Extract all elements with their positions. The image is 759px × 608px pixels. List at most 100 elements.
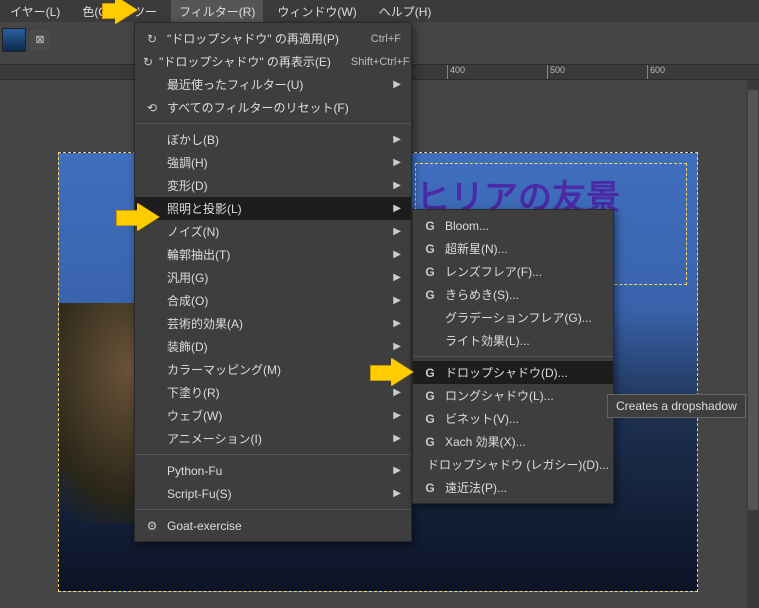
menu-item-label: ライト効果(L)... [439, 332, 603, 349]
menu-filter[interactable]: フィルター(R) [171, 0, 263, 23]
menu-item-label: 変形(D) [161, 177, 377, 194]
light-submenu-item[interactable]: Gドロップシャドウ(D)... [413, 361, 613, 384]
menu-item-icon: ↻ [143, 55, 153, 69]
filter-menu-item[interactable]: 輪郭抽出(T)▶ [135, 243, 411, 266]
submenu-arrow-icon: ▶ [377, 272, 401, 283]
menu-help[interactable]: ヘルプ(H) [371, 0, 440, 23]
menu-separator [135, 454, 411, 455]
filter-menu-item[interactable]: ⟲すべてのフィルターのリセット(F) [135, 96, 411, 119]
light-submenu-item[interactable]: Gきらめき(S)... [413, 283, 613, 306]
menu-item-label: 超新星(N)... [439, 240, 603, 257]
filter-menu-item[interactable]: 最近使ったフィルター(U)▶ [135, 73, 411, 96]
gegl-icon: G [421, 219, 439, 233]
menu-item-label: ノイズ(N) [161, 223, 377, 240]
menu-item-label: グラデーションフレア(G)... [439, 309, 603, 326]
close-tab-button[interactable]: ⊠ [30, 30, 50, 50]
filter-menu-item[interactable]: 装飾(D)▶ [135, 335, 411, 358]
menu-window[interactable]: ウィンドウ(W) [269, 0, 364, 23]
gegl-icon: G [421, 242, 439, 256]
menu-tools-truncated[interactable]: ツー [125, 0, 165, 23]
menu-item-label: ドロップシャドウ (レガシー)(D)... [421, 456, 609, 473]
menu-item-label: 輪郭抽出(T) [161, 246, 377, 263]
light-submenu-item[interactable]: GXach 効果(X)... [413, 430, 613, 453]
light-submenu-item[interactable]: G超新星(N)... [413, 237, 613, 260]
menubar: イヤー(L) 色(C) ツー フィルター(R) ウィンドウ(W) ヘルプ(H) [0, 0, 759, 22]
image-thumbnail[interactable] [2, 28, 26, 52]
filter-menu-item[interactable]: アニメーション(I)▶ [135, 427, 411, 450]
filter-menu-item[interactable]: 強調(H)▶ [135, 151, 411, 174]
filter-menu-item[interactable]: Python-Fu▶ [135, 459, 411, 482]
light-shadow-submenu: GBloom...G超新星(N)...Gレンズフレア(F)...Gきらめき(S)… [412, 209, 614, 504]
menu-item-label: ビネット(V)... [439, 410, 603, 427]
gegl-icon: G [421, 265, 439, 279]
menu-item-label: 下塗り(R) [161, 384, 377, 401]
light-submenu-item[interactable]: GBloom... [413, 214, 613, 237]
menu-separator [135, 509, 411, 510]
light-submenu-item[interactable]: Gビネット(V)... [413, 407, 613, 430]
submenu-arrow-icon: ▶ [377, 249, 401, 260]
menu-item-label: カラーマッピング(M) [161, 361, 377, 378]
submenu-arrow-icon: ▶ [377, 387, 401, 398]
menu-item-shortcut: Ctrl+F [351, 33, 401, 45]
menu-separator [135, 123, 411, 124]
submenu-arrow-icon: ▶ [377, 134, 401, 145]
ruler-mark: 500 [547, 65, 565, 79]
light-submenu-item[interactable]: ライト効果(L)... [413, 329, 613, 352]
ruler-mark: 600 [647, 65, 665, 79]
menu-item-label: レンズフレア(F)... [439, 263, 603, 280]
light-submenu-item[interactable]: ドロップシャドウ (レガシー)(D)... [413, 453, 613, 476]
gegl-icon: G [421, 288, 439, 302]
menu-item-label: 汎用(G) [161, 269, 377, 286]
submenu-arrow-icon: ▶ [377, 341, 401, 352]
filter-menu-item[interactable]: 照明と投影(L)▶ [135, 197, 411, 220]
filter-menu-item[interactable]: 下塗り(R)▶ [135, 381, 411, 404]
filter-menu-item[interactable]: ノイズ(N)▶ [135, 220, 411, 243]
image-tab-strip: ⊠ [0, 25, 50, 55]
menu-item-label: 照明と投影(L) [161, 200, 377, 217]
submenu-arrow-icon: ▶ [377, 157, 401, 168]
light-submenu-item[interactable]: グラデーションフレア(G)... [413, 306, 613, 329]
filter-menu-item[interactable]: 変形(D)▶ [135, 174, 411, 197]
filter-menu-item[interactable]: 合成(O)▶ [135, 289, 411, 312]
menu-item-icon: ⚙ [143, 519, 161, 533]
filter-menu-item[interactable]: Script-Fu(S)▶ [135, 482, 411, 505]
gegl-icon: G [421, 435, 439, 449]
gegl-icon: G [421, 481, 439, 495]
light-submenu-item[interactable]: Gロングシャドウ(L)... [413, 384, 613, 407]
menu-separator [413, 356, 613, 357]
gegl-icon: G [421, 389, 439, 403]
menu-item-icon: ↻ [143, 32, 161, 46]
submenu-arrow-icon: ▶ [377, 203, 401, 214]
menu-item-label: ロングシャドウ(L)... [439, 387, 603, 404]
filter-menu-item[interactable]: ぼかし(B)▶ [135, 128, 411, 151]
scrollbar-handle[interactable] [748, 90, 758, 510]
submenu-arrow-icon: ▶ [377, 226, 401, 237]
filter-menu-item[interactable]: ⚙Goat-exercise [135, 514, 411, 537]
menu-item-label: 装飾(D) [161, 338, 377, 355]
submenu-arrow-icon: ▶ [377, 318, 401, 329]
filter-menu-item[interactable]: ↻"ドロップシャドウ" の再表示(E)Shift+Ctrl+F [135, 50, 411, 73]
gegl-icon: G [421, 366, 439, 380]
menu-item-label: Xach 効果(X)... [439, 433, 603, 450]
menu-item-shortcut: Shift+Ctrl+F [331, 56, 410, 68]
light-submenu-item[interactable]: Gレンズフレア(F)... [413, 260, 613, 283]
menu-item-label: Goat-exercise [161, 519, 401, 533]
filter-menu-item[interactable]: 芸術的効果(A)▶ [135, 312, 411, 335]
menu-item-label: 合成(O) [161, 292, 377, 309]
filter-menu-item[interactable]: ↻"ドロップシャドウ" の再適用(P)Ctrl+F [135, 27, 411, 50]
menu-color[interactable]: 色(C) [74, 0, 119, 23]
menu-item-label: アニメーション(I) [161, 430, 377, 447]
light-submenu-item[interactable]: G遠近法(P)... [413, 476, 613, 499]
tooltip: Creates a dropshadow [607, 394, 746, 418]
filter-menu-item[interactable]: 汎用(G)▶ [135, 266, 411, 289]
filter-menu-item[interactable]: ウェブ(W)▶ [135, 404, 411, 427]
submenu-arrow-icon: ▶ [377, 79, 401, 90]
menu-item-label: Bloom... [439, 219, 603, 233]
menu-layer[interactable]: イヤー(L) [2, 0, 68, 23]
vertical-scrollbar[interactable] [747, 80, 759, 608]
filter-menu-item[interactable]: カラーマッピング(M)▶ [135, 358, 411, 381]
menu-item-label: "ドロップシャドウ" の再表示(E) [153, 53, 331, 70]
submenu-arrow-icon: ▶ [377, 180, 401, 191]
ruler-mark: 400 [447, 65, 465, 79]
menu-item-label: Script-Fu(S) [161, 487, 377, 501]
